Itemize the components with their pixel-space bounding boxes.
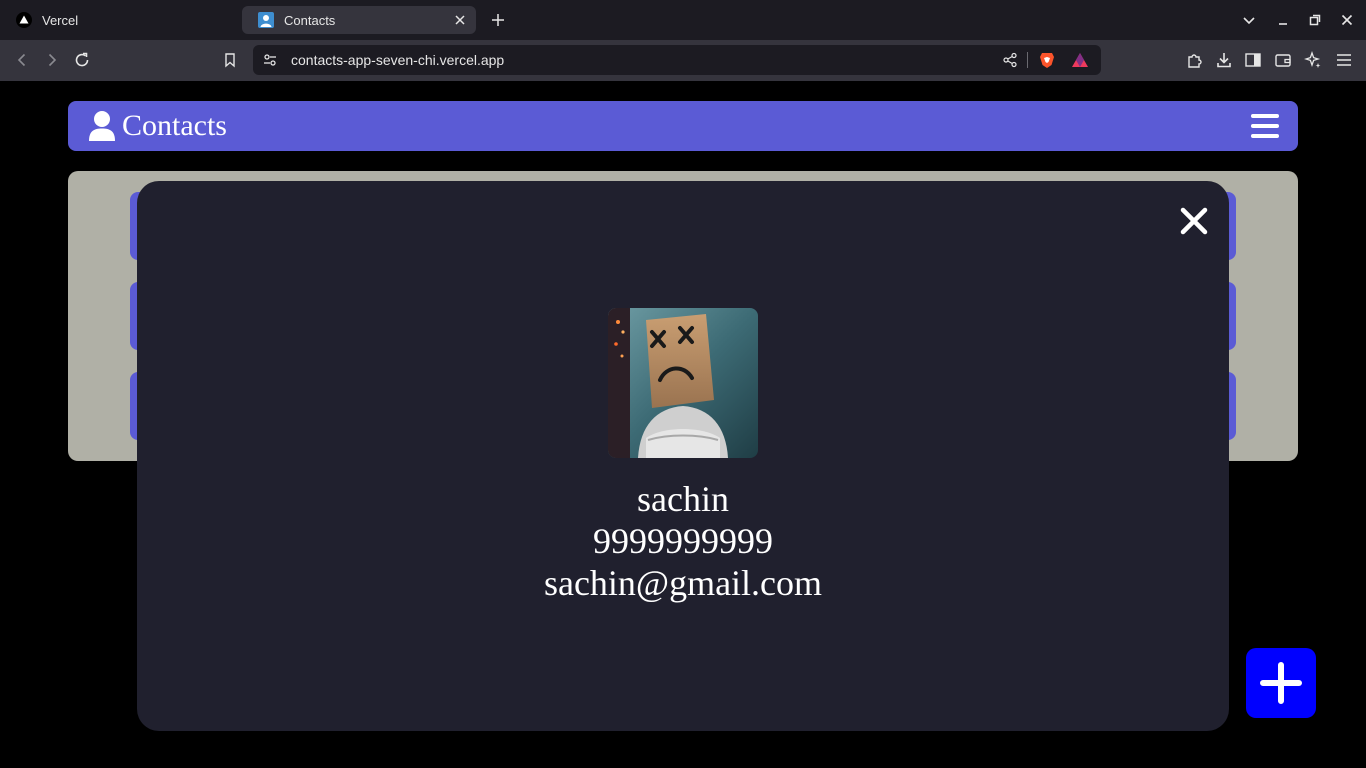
contact-avatar (608, 308, 758, 458)
leo-ai-icon[interactable] (1303, 50, 1323, 70)
tab-title: Vercel (42, 12, 79, 28)
tab-vercel[interactable]: Vercel (0, 6, 240, 34)
browser-toolbar: contacts-app-seven-chi.vercel.app (0, 40, 1366, 81)
brave-shields-icon[interactable] (1038, 51, 1056, 69)
contact-person-icon (258, 12, 274, 28)
app-brand: Contacts (88, 109, 227, 143)
app-header: Contacts (68, 101, 1298, 151)
tab-title: Contacts (284, 12, 336, 28)
minimize-icon[interactable] (1274, 11, 1292, 29)
add-contact-button[interactable] (1246, 648, 1316, 718)
window-close-icon[interactable] (1338, 11, 1356, 29)
contact-phone: 9999999999 (593, 521, 773, 561)
contact-detail-modal: sachin 9999999999 sachin@gmail.com (137, 181, 1229, 731)
app-title: Contacts (122, 109, 227, 142)
wallet-icon[interactable] (1273, 50, 1293, 70)
new-tab-plus-icon[interactable] (488, 10, 508, 30)
address-bar[interactable]: contacts-app-seven-chi.vercel.app (253, 45, 1101, 75)
restore-icon[interactable] (1306, 11, 1324, 29)
tab-list-chevron-icon[interactable] (1240, 11, 1258, 29)
back-arrow-icon[interactable] (12, 50, 32, 70)
brave-rewards-icon[interactable] (1071, 51, 1089, 69)
site-settings-icon[interactable] (261, 51, 279, 69)
extensions-icon[interactable] (1185, 50, 1205, 70)
close-icon[interactable] (1179, 206, 1209, 236)
contact-email: sachin@gmail.com (543, 563, 823, 603)
share-icon[interactable] (1001, 51, 1019, 69)
forward-arrow-icon[interactable] (42, 50, 62, 70)
bookmark-icon[interactable] (220, 50, 240, 70)
sidebar-toggle-icon[interactable] (1243, 50, 1263, 70)
browser-tab-strip: Vercel Contacts (0, 0, 1366, 40)
contact-name: sachin (637, 479, 729, 519)
plus-icon (1260, 662, 1302, 704)
tab-close-icon[interactable] (452, 12, 468, 28)
hamburger-menu-icon[interactable] (1334, 50, 1354, 70)
vercel-triangle-icon (16, 12, 32, 28)
reload-icon[interactable] (72, 50, 92, 70)
url-text: contacts-app-seven-chi.vercel.app (291, 52, 505, 68)
user-icon (88, 110, 116, 142)
download-icon[interactable] (1214, 50, 1234, 70)
menu-hamburger-icon[interactable] (1250, 112, 1280, 140)
tab-contacts[interactable]: Contacts (242, 6, 476, 34)
address-bar-divider (1027, 52, 1028, 68)
